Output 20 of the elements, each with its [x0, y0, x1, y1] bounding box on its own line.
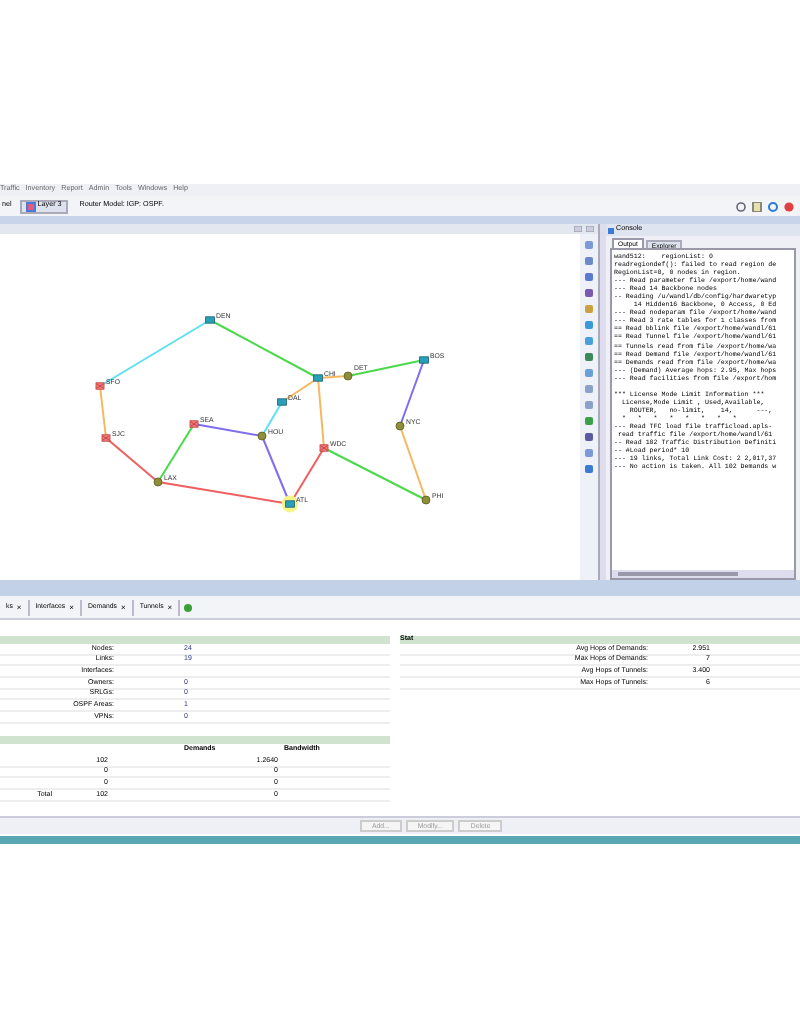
layers-icon [25, 201, 36, 211]
network-node-icon[interactable] [277, 398, 287, 406]
network-node-icon[interactable] [421, 495, 431, 505]
network-node-icon[interactable] [153, 477, 163, 487]
console-icon [608, 227, 614, 233]
document-icon[interactable] [752, 201, 762, 211]
network-node-icon[interactable] [95, 382, 105, 390]
network-node-icon[interactable] [101, 434, 111, 442]
add-tab-icon[interactable] [184, 603, 193, 611]
network-node-icon[interactable] [419, 356, 429, 364]
network-node-icon[interactable] [343, 371, 353, 381]
scrollbar-thumb[interactable] [618, 571, 738, 577]
stop-icon[interactable] [784, 201, 794, 211]
network-node-icon[interactable] [189, 420, 199, 428]
network-node-icon[interactable] [395, 421, 405, 431]
network-node-icon[interactable] [319, 444, 329, 452]
network-node-icon[interactable] [257, 431, 267, 441]
network-node-icon[interactable] [205, 316, 215, 324]
network-node-icon[interactable] [313, 374, 323, 382]
network-node-icon[interactable] [281, 495, 299, 513]
